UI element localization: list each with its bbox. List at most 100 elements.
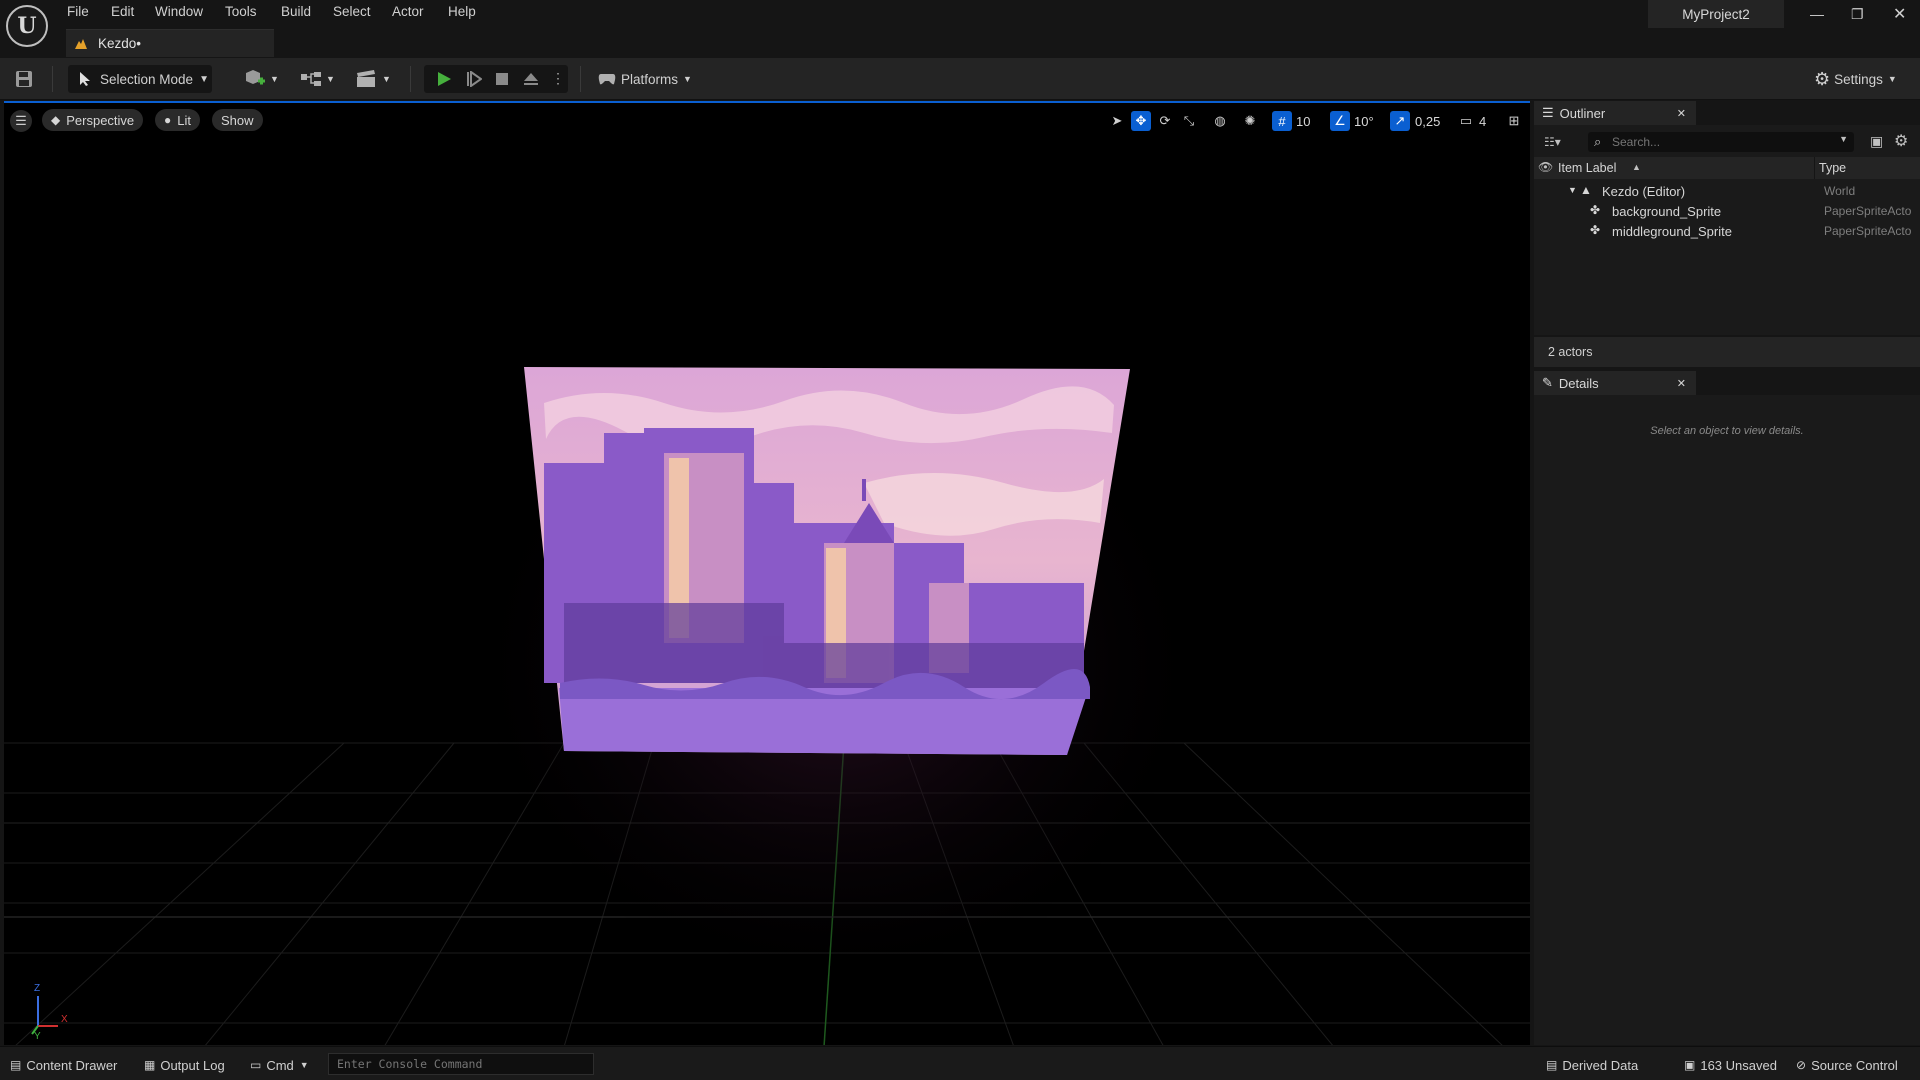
eject-icon[interactable] xyxy=(522,70,540,88)
expand-arrow-icon[interactable]: ▼ xyxy=(1568,185,1577,195)
chevron-down-icon[interactable]: ▼ xyxy=(1839,134,1848,144)
menu-file[interactable]: File xyxy=(67,0,89,19)
details-panel: Select an object to view details. xyxy=(1534,395,1920,1045)
select-tool-icon[interactable]: ➤ xyxy=(1107,111,1127,131)
cinematics-button[interactable]: ▼ xyxy=(356,65,391,93)
settings-dropdown[interactable]: ⚙ Settings ▼ xyxy=(1814,65,1897,93)
title-bar: U File Edit Window Tools Build Select Ac… xyxy=(0,0,1920,58)
gear-icon[interactable]: ⚙ xyxy=(1894,131,1908,151)
axis-z-label: Z xyxy=(34,983,41,994)
filter-icon[interactable]: ☷▾ xyxy=(1544,135,1561,149)
perspective-label: Perspective xyxy=(66,112,135,128)
minimize-icon[interactable]: — xyxy=(1810,6,1824,22)
platforms-dropdown[interactable]: Platforms ▼ xyxy=(598,65,692,93)
derived-data-label: Derived Data xyxy=(1562,1057,1639,1073)
menu-window[interactable]: Window xyxy=(155,0,203,19)
save-icon[interactable] xyxy=(15,65,33,93)
add-actor-button[interactable]: ▼ xyxy=(244,65,279,93)
outliner-row-world[interactable]: ▼ ▲ Kezdo (Editor) World xyxy=(1534,181,1920,201)
perspective-button[interactable]: ◆ Perspective xyxy=(42,109,144,131)
translate-tool-icon[interactable]: ✥ xyxy=(1131,111,1151,131)
rotation-snap-icon[interactable]: ∠ xyxy=(1330,111,1350,131)
platforms-label: Platforms xyxy=(621,71,679,87)
menu-actor[interactable]: Actor xyxy=(392,0,424,19)
rotate-tool-icon[interactable]: ⟳ xyxy=(1155,111,1175,131)
col-item-label[interactable]: Item Label xyxy=(1558,161,1616,175)
toolbar-divider xyxy=(410,66,411,92)
scale-snap-value[interactable]: 0,25 xyxy=(1415,111,1440,131)
menu-select[interactable]: Select xyxy=(333,0,371,19)
pixel-art-sprite[interactable] xyxy=(524,367,1130,755)
cmd-dropdown[interactable]: ▭ Cmd ▼ xyxy=(250,1055,309,1075)
content-drawer-label: Content Drawer xyxy=(26,1057,118,1073)
menu-edit[interactable]: Edit xyxy=(111,0,134,19)
blueprint-button[interactable]: ▼ xyxy=(300,65,335,93)
step-forward-icon[interactable] xyxy=(466,71,482,87)
lit-button[interactable]: ● Lit xyxy=(155,109,200,131)
outliner-row-background-sprite[interactable]: ✤ background_Sprite PaperSpriteActo xyxy=(1534,201,1920,221)
details-tab[interactable]: ✎ Details ✕ xyxy=(1534,371,1696,395)
outliner-row-middleground-sprite[interactable]: ✤ middleground_Sprite PaperSpriteActo xyxy=(1534,221,1920,241)
eye-icon[interactable]: 👁 xyxy=(1538,160,1553,174)
level-viewport[interactable]: X Z Y ☰ ◆ Perspective ● Lit Show ➤ ✥ ⟳ ⤡… xyxy=(4,101,1530,1045)
stop-icon[interactable] xyxy=(494,71,510,87)
output-log-label: Output Log xyxy=(160,1057,225,1073)
close-window-icon[interactable]: ✕ xyxy=(1893,4,1906,24)
console-input[interactable] xyxy=(328,1053,594,1075)
actor-count: 2 actors xyxy=(1534,337,1920,367)
row-label: background_Sprite xyxy=(1612,204,1722,219)
surface-snap-icon[interactable]: ✺ xyxy=(1240,111,1260,131)
outliner-title: Outliner xyxy=(1559,105,1606,121)
viewport-layout-icon[interactable]: ⊞ xyxy=(1504,111,1524,131)
selection-mode-dropdown[interactable]: Selection Mode ▼ xyxy=(68,65,212,93)
viewport-menu-icon[interactable]: ☰ xyxy=(10,110,32,132)
chevron-down-icon: ▼ xyxy=(270,74,279,84)
content-drawer-button[interactable]: ▤ Content Drawer xyxy=(10,1055,117,1075)
menu-help[interactable]: Help xyxy=(448,0,476,19)
sprite-actor-icon: ✤ xyxy=(1590,203,1601,217)
world-icon: ▲ xyxy=(1580,183,1592,197)
search-input[interactable] xyxy=(1612,133,1822,151)
play-icon[interactable] xyxy=(436,71,452,87)
col-type[interactable]: Type xyxy=(1819,161,1846,175)
save-status-icon: ▣ xyxy=(1684,1058,1696,1072)
menu-build[interactable]: Build xyxy=(281,0,311,19)
row-type: World xyxy=(1824,184,1856,198)
outliner-search[interactable]: ⌕ ▼ xyxy=(1588,132,1854,152)
scale-snap-icon[interactable]: ↗ xyxy=(1390,111,1410,131)
scale-tool-icon[interactable]: ⤡ xyxy=(1179,111,1199,131)
unsaved-button[interactable]: ▣ 163 Unsaved xyxy=(1684,1055,1777,1075)
viewport-scene xyxy=(4,333,1530,1045)
chevron-down-icon: ▼ xyxy=(382,74,391,84)
gamepad-icon xyxy=(598,74,616,85)
rotation-snap-value[interactable]: 10° xyxy=(1354,111,1374,131)
camera-speed-value[interactable]: 4 xyxy=(1479,111,1486,131)
cube-icon: ◆ xyxy=(51,113,61,127)
blueprint-icon xyxy=(301,72,321,86)
row-label: Kezdo (Editor) xyxy=(1602,184,1686,199)
toolbar-divider xyxy=(52,66,53,92)
source-control-icon: ⊘ xyxy=(1796,1058,1807,1072)
grid-snap-value[interactable]: 10 xyxy=(1296,111,1310,131)
show-button[interactable]: Show xyxy=(212,109,263,131)
menu-tools[interactable]: Tools xyxy=(225,0,257,19)
new-folder-icon[interactable]: ▣ xyxy=(1870,133,1883,150)
camera-speed-icon[interactable]: ▭ xyxy=(1456,111,1476,131)
output-log-button[interactable]: ▦ Output Log xyxy=(144,1055,225,1075)
close-icon[interactable]: ✕ xyxy=(1677,107,1686,120)
document-tab-kezdo[interactable]: Kezdo• xyxy=(66,29,274,57)
world-space-icon[interactable]: ◍ xyxy=(1210,111,1230,131)
grid-snap-icon[interactable]: # xyxy=(1272,111,1292,131)
cmd-label: Cmd xyxy=(266,1057,294,1073)
outliner-tab[interactable]: ☰ Outliner ✕ xyxy=(1534,101,1696,125)
unreal-logo-icon[interactable]: U xyxy=(6,5,48,47)
close-icon[interactable]: ✕ xyxy=(1677,377,1686,390)
source-control-button[interactable]: ⊘ Source Control xyxy=(1796,1055,1898,1075)
row-type: PaperSpriteActo xyxy=(1824,204,1912,218)
derived-data-button[interactable]: ▤ Derived Data xyxy=(1546,1055,1638,1075)
sprite-actor-icon: ✤ xyxy=(1590,223,1601,237)
more-options-icon[interactable]: ⋮ xyxy=(551,70,565,87)
content-drawer-icon: ▤ xyxy=(10,1058,22,1072)
clapperboard-icon xyxy=(357,70,375,87)
restore-icon[interactable]: ❐ xyxy=(1851,6,1864,23)
